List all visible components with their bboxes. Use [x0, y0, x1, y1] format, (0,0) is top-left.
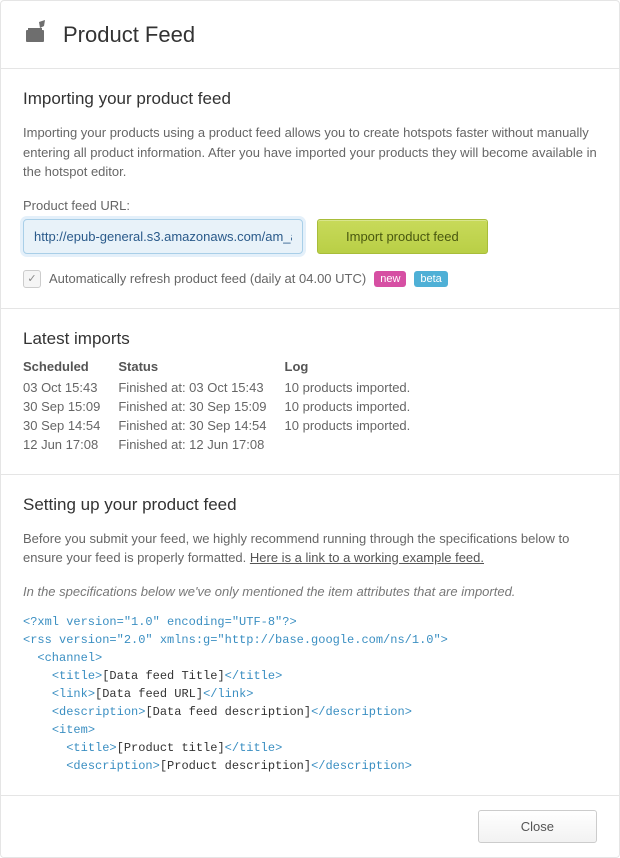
beta-badge: beta: [414, 271, 447, 287]
xml-code-block: <?xml version="1.0" encoding="UTF-8"?> <…: [23, 613, 597, 775]
auto-refresh-label: Automatically refresh product feed (dail…: [49, 271, 366, 286]
product-feed-icon: [23, 19, 49, 50]
auto-refresh-checkbox[interactable]: ✓: [23, 270, 41, 288]
col-scheduled: Scheduled: [23, 359, 118, 378]
latest-imports-section: Latest imports Scheduled Status Log 03 O…: [1, 309, 619, 475]
import-description: Importing your products using a product …: [23, 123, 597, 182]
example-feed-link[interactable]: Here is a link to a working example feed…: [250, 550, 484, 565]
page-header: Product Feed: [1, 1, 619, 69]
setup-section: Setting up your product feed Before you …: [1, 475, 619, 795]
table-row: 03 Oct 15:43 Finished at: 03 Oct 15:43 1…: [23, 378, 428, 397]
latest-imports-heading: Latest imports: [23, 329, 597, 349]
setup-description: Before you submit your feed, we highly r…: [23, 529, 597, 568]
import-product-feed-button[interactable]: Import product feed: [317, 219, 488, 254]
url-label: Product feed URL:: [23, 198, 597, 213]
table-row: 30 Sep 14:54 Finished at: 30 Sep 14:54 1…: [23, 416, 428, 435]
table-row: 12 Jun 17:08 Finished at: 12 Jun 17:08: [23, 435, 428, 454]
page-title: Product Feed: [63, 22, 195, 48]
product-feed-url-input[interactable]: [23, 219, 303, 254]
import-heading: Importing your product feed: [23, 89, 597, 109]
import-section: Importing your product feed Importing yo…: [1, 69, 619, 309]
imports-table: Scheduled Status Log 03 Oct 15:43 Finish…: [23, 359, 428, 454]
table-row: 30 Sep 15:09 Finished at: 30 Sep 15:09 1…: [23, 397, 428, 416]
close-button[interactable]: Close: [478, 810, 597, 843]
col-log: Log: [285, 359, 429, 378]
setup-heading: Setting up your product feed: [23, 495, 597, 515]
setup-note: In the specifications below we've only m…: [23, 584, 597, 599]
new-badge: new: [374, 271, 406, 287]
col-status: Status: [118, 359, 284, 378]
footer: Close: [1, 795, 619, 857]
